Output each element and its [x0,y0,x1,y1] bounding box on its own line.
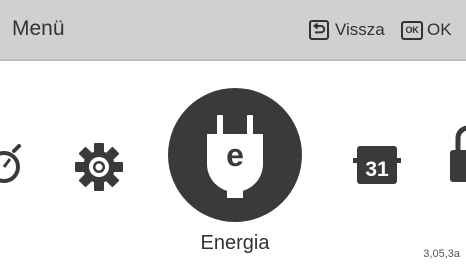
energy-glyph: e [226,137,244,173]
gear-icon [75,143,123,191]
back-icon [309,20,329,40]
energy-plug-icon: e [207,115,263,198]
ok-key-icon: OK [401,20,423,40]
stopwatch-icon [0,144,21,183]
lock-icon [450,125,466,182]
page-title: Menü [12,17,65,40]
menu-screen: Menü Vissza OK OK e Energia 31 3,05,3a [0,0,466,269]
back-label: Vissza [335,20,385,39]
back-button[interactable]: Vissza [309,18,385,42]
calendar-day: 31 [365,158,389,181]
header-bar: Menü Vissza OK OK [0,0,466,61]
version-label: 3,05,3a [423,248,460,260]
carousel-item-calendar[interactable]: 31 [353,140,401,188]
calendar-icon: 31 [353,146,401,184]
ok-button[interactable]: OK OK [401,18,452,42]
carousel-item-energy[interactable]: e [168,88,302,222]
carousel-item-lock[interactable] [446,110,466,190]
selected-item-label: Energia [200,232,270,254]
ok-label: OK [427,20,452,39]
carousel-item-settings[interactable] [72,140,126,194]
carousel-item-timer[interactable] [0,140,30,190]
